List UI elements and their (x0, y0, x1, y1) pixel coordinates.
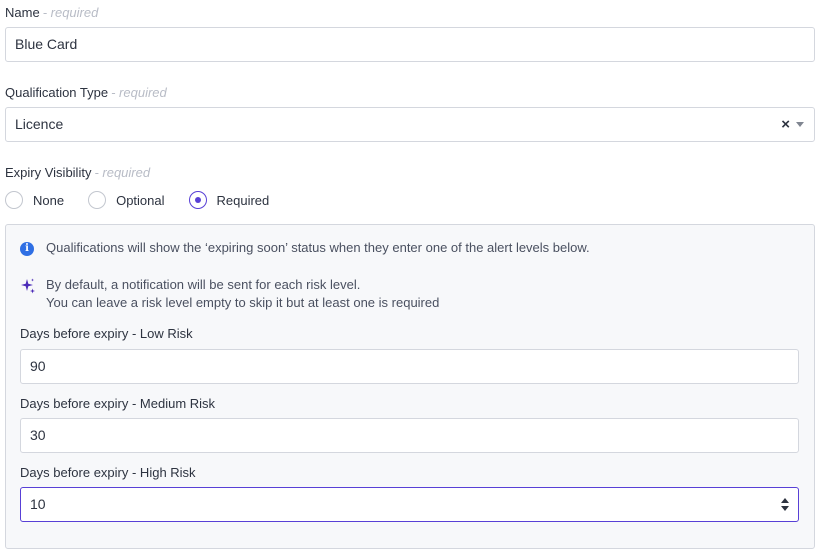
chevron-down-icon[interactable] (796, 122, 804, 127)
low-risk-label: Days before expiry - Low Risk (20, 326, 193, 341)
radio-required[interactable]: Required (188, 191, 269, 209)
required-hint: - required (111, 85, 167, 100)
info-message: i Qualifications will show the ‘expiring… (20, 240, 590, 256)
high-risk-label: Days before expiry - High Risk (20, 465, 196, 480)
qualification-type-value: Licence (15, 116, 64, 132)
medium-risk-days-input[interactable]: 30 (20, 418, 799, 453)
radio-circle[interactable] (88, 191, 107, 209)
high-risk-days-input[interactable]: 10 (20, 487, 799, 522)
stepper-up-icon[interactable] (781, 498, 789, 503)
required-hint: - required (94, 165, 151, 180)
notification-line: You can leave a risk level empty to skip… (46, 295, 440, 310)
low-risk-days-input[interactable]: 90 (20, 349, 799, 384)
info-icon: i (20, 242, 34, 256)
medium-risk-label: Days before expiry - Medium Risk (20, 396, 216, 411)
notification-line: By default, a notification will be sent … (46, 277, 361, 292)
expiry-visibility-label: Expiry Visibility - required (5, 165, 151, 180)
clear-icon[interactable]: × (781, 108, 790, 141)
qualification-type-select[interactable]: Licence × (5, 107, 815, 142)
radio-none[interactable]: None (5, 191, 64, 209)
stepper-down-icon[interactable] (781, 506, 789, 511)
number-stepper[interactable] (781, 498, 789, 511)
name-input[interactable]: Blue Card (5, 27, 815, 62)
high-risk-days-value: 10 (30, 496, 46, 512)
notification-text: By default, a notification will be sent … (46, 276, 439, 312)
radio-optional[interactable]: Optional (88, 191, 165, 209)
sparkle-icon (21, 278, 35, 294)
required-hint: - required (42, 5, 99, 20)
notification-message: By default, a notification will be sent … (20, 276, 439, 312)
radio-circle[interactable] (5, 191, 23, 209)
expiry-visibility-radio-group: None Optional Required (5, 190, 293, 210)
radio-circle[interactable] (188, 191, 207, 209)
alert-levels-panel: i Qualifications will show the ‘expiring… (5, 224, 815, 549)
name-label: Name - required (5, 5, 99, 20)
qualification-type-label: Qualification Type - required (5, 85, 167, 100)
info-text: Qualifications will show the ‘expiring s… (46, 240, 590, 255)
